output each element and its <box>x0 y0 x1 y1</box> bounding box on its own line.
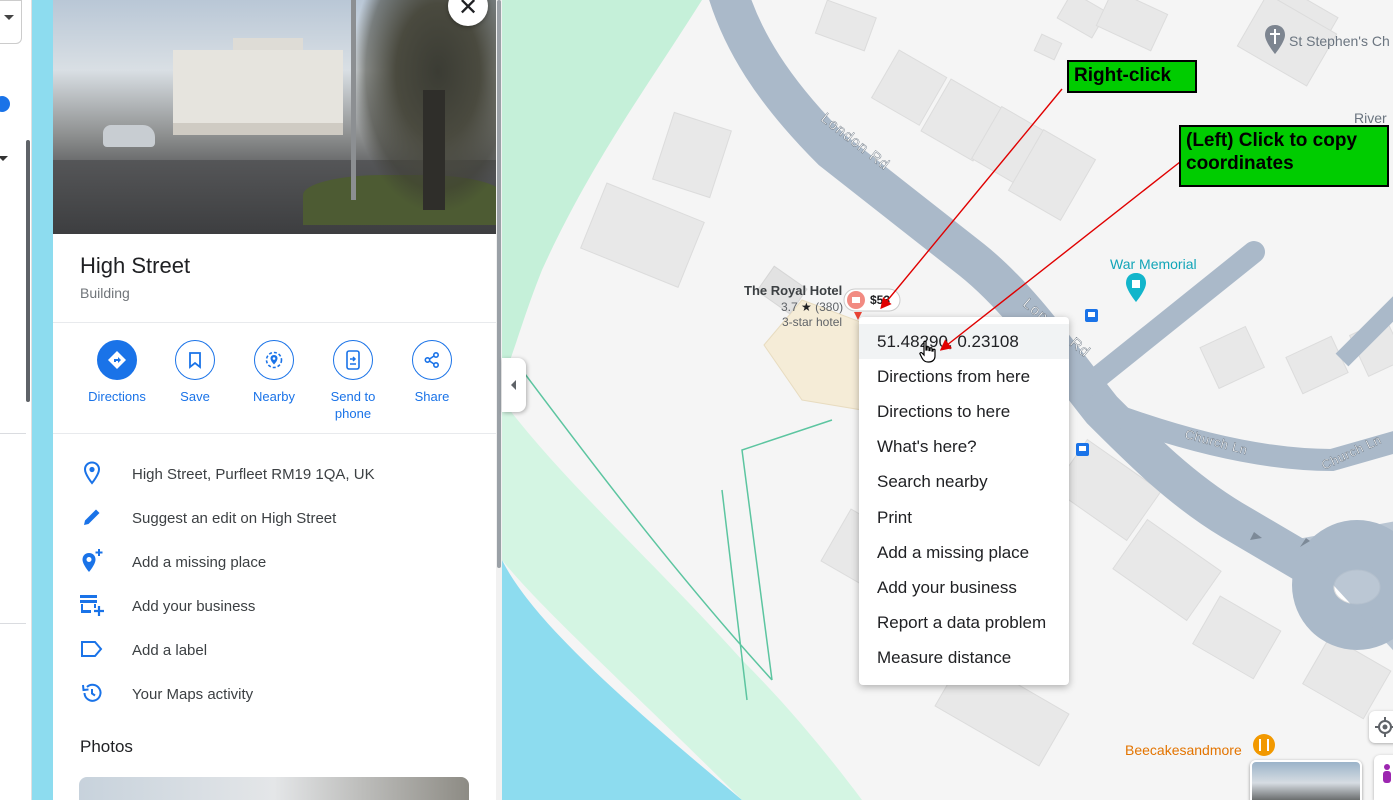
pegman-control[interactable] <box>1374 755 1393 800</box>
address-text: High Street, Purfleet RM19 1QA, UK <box>132 466 375 483</box>
location-pin-icon <box>83 461 101 485</box>
nearby-button[interactable]: Nearby <box>234 340 314 405</box>
church-label[interactable]: St Stephen's Ch <box>1289 33 1390 49</box>
share-icon <box>424 351 440 369</box>
collapse-panel-button[interactable] <box>502 358 526 412</box>
blue-dot-indicator <box>0 96 10 112</box>
bakery-label[interactable]: Beecakesandmore <box>1125 742 1242 758</box>
place-title: High Street <box>80 253 191 278</box>
star-icon: ★ <box>801 300 812 314</box>
add-your-business-item[interactable]: Add your business <box>859 570 1069 605</box>
share-button[interactable]: Share <box>392 340 472 405</box>
caret-down-icon[interactable] <box>0 156 8 166</box>
whats-here-item[interactable]: What's here? <box>859 429 1069 464</box>
copy-coordinates-item[interactable]: 51.48290, 0.23108 <box>859 324 1069 359</box>
street-view-thumbnail[interactable] <box>1250 760 1362 800</box>
photo-thumbnail[interactable] <box>79 777 469 800</box>
action-label: Directions <box>88 389 146 404</box>
water-gutter <box>32 0 54 800</box>
address-row[interactable]: High Street, Purfleet RM19 1QA, UK <box>53 452 496 496</box>
directions-to-here-item[interactable]: Directions to here <box>859 394 1069 429</box>
print-item[interactable]: Print <box>859 500 1069 535</box>
label-icon <box>81 641 103 657</box>
bus-stop-icon <box>1076 443 1089 456</box>
save-button[interactable]: Save <box>155 340 235 405</box>
directions-from-here-item[interactable]: Directions from here <box>859 359 1069 394</box>
nearby-icon <box>265 351 283 369</box>
chevron-left-icon <box>511 380 516 390</box>
add-business-icon <box>80 595 104 616</box>
dropdown-toggle[interactable] <box>0 0 22 44</box>
panel-scrollbar-thumb[interactable] <box>497 0 501 568</box>
photo-building <box>173 50 343 135</box>
add-missing-place-row[interactable]: Add a missing place <box>53 540 496 584</box>
report-data-problem-item[interactable]: Report a data problem <box>859 605 1069 640</box>
add-label-text: Add a label <box>132 642 208 659</box>
action-label: Nearby <box>253 389 295 404</box>
add-missing-place-text: Add a missing place <box>132 554 267 571</box>
maps-activity-text: Your Maps activity <box>132 686 254 703</box>
restaurant-marker-icon <box>1253 734 1275 756</box>
outer-scrollbar[interactable] <box>26 140 30 402</box>
maps-activity-row[interactable]: Your Maps activity <box>53 672 496 716</box>
add-place-icon <box>82 549 103 572</box>
divider <box>0 433 26 434</box>
add-business-row[interactable]: Add your business <box>53 584 496 628</box>
left-browser-strip <box>0 0 32 800</box>
measure-distance-item[interactable]: Measure distance <box>859 640 1069 675</box>
my-location-button[interactable] <box>1369 711 1393 743</box>
close-icon: ✕ <box>457 0 479 21</box>
photo-car <box>103 125 155 147</box>
photos-heading: Photos <box>80 737 133 756</box>
add-missing-place-item[interactable]: Add a missing place <box>859 535 1069 570</box>
divider <box>53 433 496 434</box>
context-menu: 51.48290, 0.23108 Directions from here D… <box>859 317 1069 685</box>
add-business-text: Add your business <box>132 598 256 615</box>
action-label: Save <box>180 389 210 404</box>
bookmark-icon <box>189 352 201 369</box>
send-to-phone-icon <box>346 350 360 370</box>
directions-icon <box>108 351 126 369</box>
left-click-callout: (Left) Click to copy coordinates <box>1179 125 1389 187</box>
search-nearby-item[interactable]: Search nearby <box>859 464 1069 499</box>
directions-button[interactable]: Directions <box>77 340 157 405</box>
history-icon <box>82 683 102 702</box>
war-memorial-icon <box>1126 273 1146 302</box>
send-to-phone-button[interactable]: Send to phone <box>313 340 393 422</box>
divider <box>0 623 26 624</box>
hotel-rating-line: 3.7 ★ (380) <box>781 300 843 314</box>
photo-pole <box>351 0 356 200</box>
hotel-price[interactable]: $53 <box>870 293 890 307</box>
street-view-photo[interactable] <box>53 0 496 234</box>
pegman-icon <box>1383 764 1391 783</box>
divider <box>53 322 496 323</box>
hand-cursor-icon <box>919 340 936 363</box>
suggest-edit-row[interactable]: Suggest an edit on High Street <box>53 496 496 540</box>
hotel-reviews: (380) <box>815 300 844 314</box>
hotel-rating: 3.7 <box>781 300 798 314</box>
my-location-icon <box>1375 717 1393 737</box>
war-memorial-label[interactable]: War Memorial <box>1110 256 1197 272</box>
right-click-callout: Right-click <box>1067 60 1197 93</box>
photo-tree-trunk <box>423 90 445 210</box>
pencil-icon <box>84 509 100 525</box>
hotel-class: 3-star hotel <box>782 315 843 329</box>
place-panel: ✕ High Street Building Directions Save N… <box>53 0 497 800</box>
park-area <box>502 0 702 380</box>
hotel-name[interactable]: The Royal Hotel <box>744 283 842 298</box>
action-label: Share <box>414 389 450 404</box>
add-label-row[interactable]: Add a label <box>53 628 496 672</box>
action-label: Send to phone <box>330 389 376 421</box>
bus-stop-icon <box>1085 309 1098 322</box>
suggest-edit-text: Suggest an edit on High Street <box>132 510 337 527</box>
place-type: Building <box>80 285 130 301</box>
river-label[interactable]: River <box>1354 110 1387 126</box>
